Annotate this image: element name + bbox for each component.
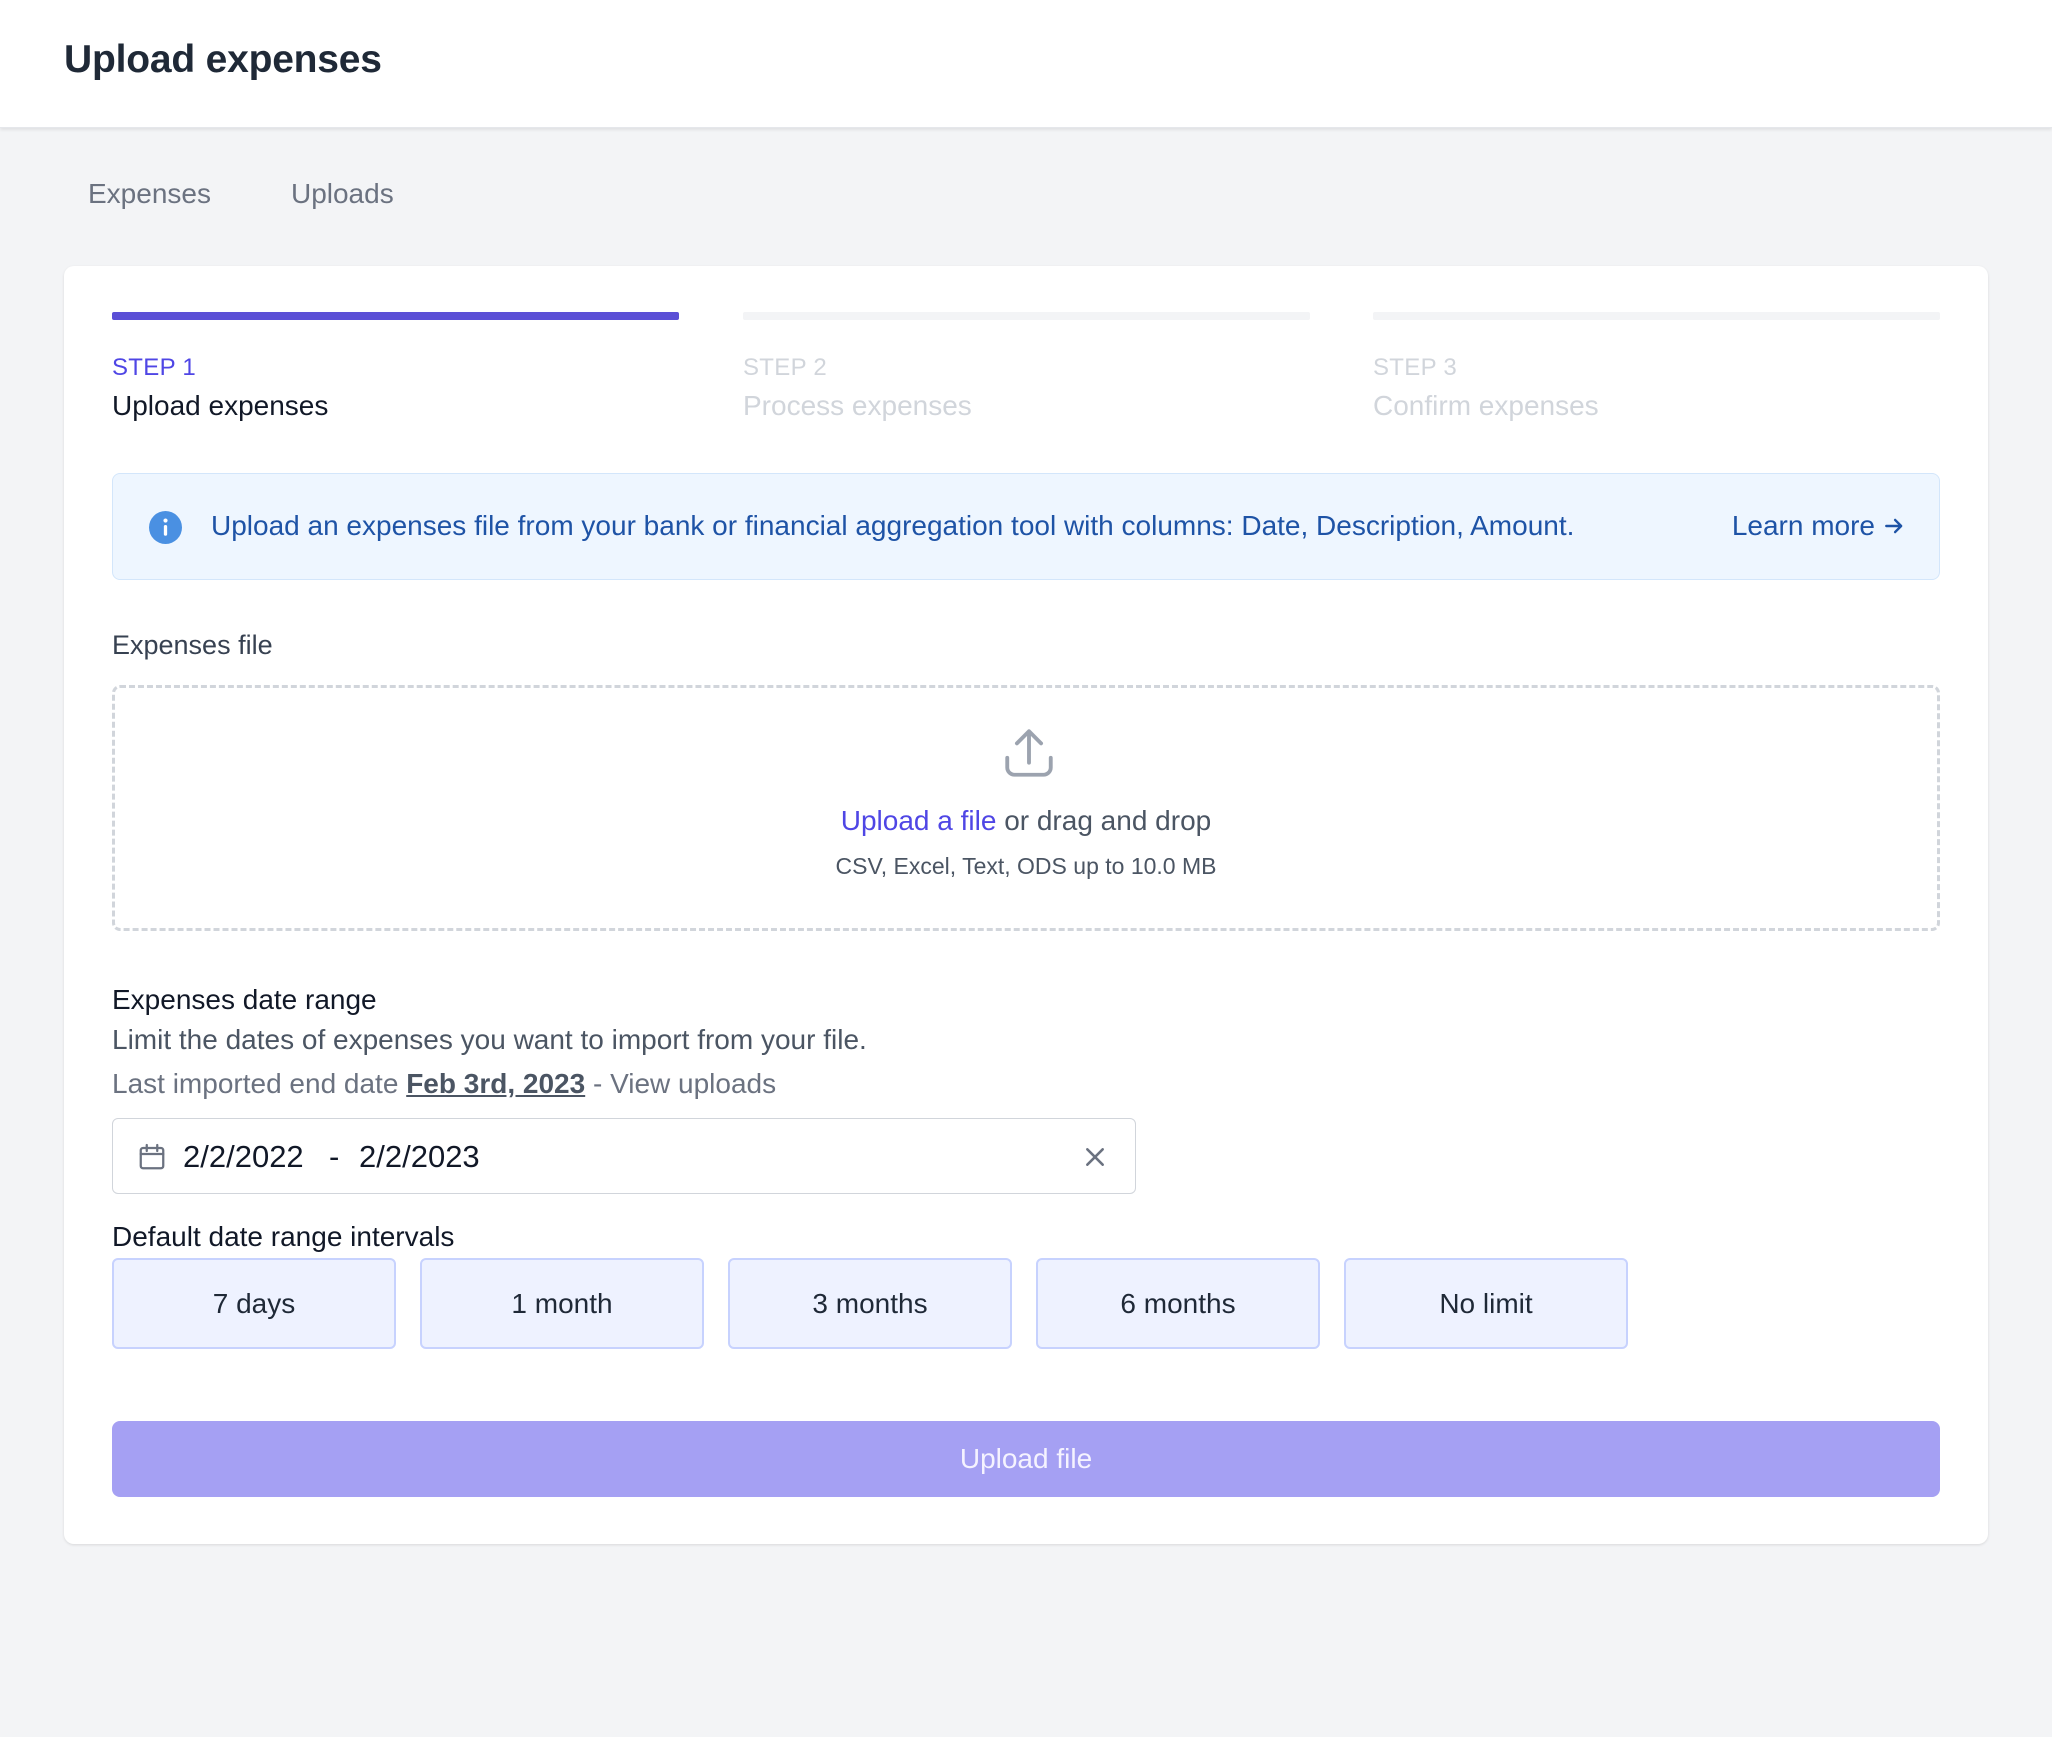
last-imported-line: Last imported end date Feb 3rd, 2023 - V… bbox=[112, 1068, 776, 1100]
step-1: STEP 1 Upload expenses bbox=[112, 312, 679, 422]
step-2-progress-bar bbox=[743, 312, 1310, 320]
last-imported-date-link[interactable]: Feb 3rd, 2023 bbox=[406, 1068, 585, 1099]
upload-file-link[interactable]: Upload a file bbox=[841, 805, 997, 836]
arrow-right-icon bbox=[1885, 518, 1903, 534]
expenses-file-label: Expenses file bbox=[112, 630, 273, 660]
info-alert: Upload an expenses file from your bank o… bbox=[112, 473, 1940, 580]
interval-7-days-button[interactable]: 7 days bbox=[112, 1258, 396, 1349]
step-1-number: STEP 1 bbox=[112, 354, 197, 381]
step-2-number: STEP 2 bbox=[743, 354, 828, 381]
learn-more-label: Learn more bbox=[1731, 510, 1875, 541]
step-3-name: Confirm expenses bbox=[1373, 390, 1599, 421]
interval-no-limit-button[interactable]: No limit bbox=[1344, 1258, 1628, 1349]
file-dropzone[interactable]: Upload a file or drag and drop CSV, Exce… bbox=[112, 685, 1940, 931]
last-imported-prefix: Last imported end date bbox=[112, 1068, 399, 1099]
step-3-number: STEP 3 bbox=[1373, 354, 1458, 381]
upload-file-button[interactable]: Upload file bbox=[112, 1421, 1940, 1497]
date-range-picker[interactable]: 2/2/2022 - 2/2/2023 bbox=[112, 1118, 1136, 1194]
interval-buttons: 7 days 1 month 3 months 6 months No limi… bbox=[112, 1258, 1628, 1349]
step-1-name: Upload expenses bbox=[112, 390, 329, 421]
view-uploads-link[interactable]: - View uploads bbox=[593, 1068, 776, 1099]
date-range-separator: - bbox=[329, 1139, 340, 1174]
interval-6-months-button[interactable]: 6 months bbox=[1036, 1258, 1320, 1349]
date-range-start: 2/2/2022 bbox=[183, 1139, 304, 1174]
info-icon bbox=[149, 511, 182, 544]
close-icon[interactable] bbox=[1081, 1143, 1109, 1171]
step-3: STEP 3 Confirm expenses bbox=[1373, 312, 1940, 422]
date-range-end: 2/2/2023 bbox=[359, 1139, 480, 1174]
date-range-description: Limit the dates of expenses you want to … bbox=[112, 1024, 867, 1055]
calendar-icon bbox=[139, 1143, 165, 1170]
step-2: STEP 2 Process expenses bbox=[743, 312, 1310, 422]
top-bar: Upload expenses bbox=[0, 0, 2052, 128]
drag-drop-text: or drag and drop bbox=[1004, 805, 1212, 836]
alert-message: Upload an expenses file from your bank o… bbox=[211, 510, 1575, 541]
step-2-name: Process expenses bbox=[743, 390, 972, 421]
file-type-hint: CSV, Excel, Text, ODS up to 10.0 MB bbox=[835, 853, 1217, 879]
tab-expenses[interactable]: Expenses bbox=[88, 178, 211, 210]
dropzone-text: Upload a file or drag and drop bbox=[115, 805, 1937, 837]
interval-1-month-button[interactable]: 1 month bbox=[420, 1258, 704, 1349]
tab-bar: Expenses Uploads bbox=[88, 178, 394, 210]
learn-more-link[interactable]: Learn more bbox=[1732, 510, 1905, 542]
upload-icon bbox=[1005, 729, 1053, 777]
date-range-title: Expenses date range bbox=[112, 984, 377, 1015]
intervals-title: Default date range intervals bbox=[112, 1221, 455, 1252]
page-title: Upload expenses bbox=[64, 38, 382, 81]
interval-3-months-button[interactable]: 3 months bbox=[728, 1258, 1012, 1349]
step-1-progress-bar bbox=[112, 312, 679, 320]
step-3-progress-bar bbox=[1373, 312, 1940, 320]
upload-card: STEP 1 Upload expenses STEP 2 Process ex… bbox=[64, 266, 1988, 1544]
tab-uploads[interactable]: Uploads bbox=[291, 178, 394, 210]
